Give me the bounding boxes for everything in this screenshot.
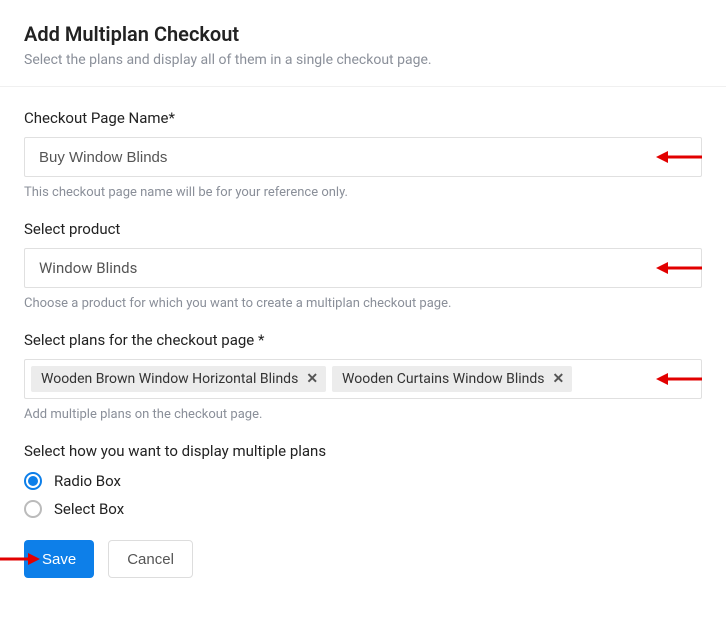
product-helper: Choose a product for which you want to c… bbox=[24, 296, 702, 311]
plan-tag: Wooden Curtains Window Blinds ✕ bbox=[332, 366, 572, 392]
page-subtitle: Select the plans and display all of them… bbox=[24, 52, 702, 68]
plan-tag-label: Wooden Brown Window Horizontal Blinds bbox=[41, 371, 298, 387]
radio-option-radio-box[interactable]: Radio Box bbox=[24, 472, 702, 490]
field-group-product: Select product Window Blinds Choose a pr… bbox=[24, 220, 702, 311]
plan-tag-label: Wooden Curtains Window Blinds bbox=[342, 371, 544, 387]
divider bbox=[0, 86, 726, 87]
field-group-plans: Select plans for the checkout page * Woo… bbox=[24, 331, 702, 422]
arrow-icon bbox=[0, 552, 40, 566]
name-input[interactable] bbox=[24, 137, 702, 177]
product-selected-value: Window Blinds bbox=[39, 259, 137, 277]
page-title: Add Multiplan Checkout bbox=[24, 22, 702, 46]
name-label: Checkout Page Name* bbox=[24, 109, 702, 127]
arrow-icon bbox=[656, 372, 702, 386]
field-group-name: Checkout Page Name* This checkout page n… bbox=[24, 109, 702, 200]
plans-multiselect[interactable]: Wooden Brown Window Horizontal Blinds ✕ … bbox=[24, 359, 702, 399]
radio-label: Radio Box bbox=[54, 472, 121, 490]
radio-option-select-box[interactable]: Select Box bbox=[24, 500, 702, 518]
plans-helper: Add multiple plans on the checkout page. bbox=[24, 407, 702, 422]
close-icon[interactable]: ✕ bbox=[553, 372, 565, 386]
display-label: Select how you want to display multiple … bbox=[24, 442, 702, 460]
radio-icon bbox=[24, 472, 42, 490]
actions-row: Save Cancel bbox=[24, 540, 702, 578]
name-helper: This checkout page name will be for your… bbox=[24, 185, 702, 200]
field-group-display: Select how you want to display multiple … bbox=[24, 442, 702, 518]
plans-label: Select plans for the checkout page * bbox=[24, 331, 702, 349]
arrow-icon bbox=[656, 261, 702, 275]
plan-tag: Wooden Brown Window Horizontal Blinds ✕ bbox=[31, 366, 326, 392]
product-label: Select product bbox=[24, 220, 702, 238]
radio-label: Select Box bbox=[54, 500, 124, 518]
arrow-icon bbox=[656, 150, 702, 164]
product-select[interactable]: Window Blinds bbox=[24, 248, 702, 288]
cancel-button[interactable]: Cancel bbox=[108, 540, 193, 578]
radio-icon bbox=[24, 500, 42, 518]
display-radio-group: Radio Box Select Box bbox=[24, 472, 702, 518]
close-icon[interactable]: ✕ bbox=[306, 372, 318, 386]
